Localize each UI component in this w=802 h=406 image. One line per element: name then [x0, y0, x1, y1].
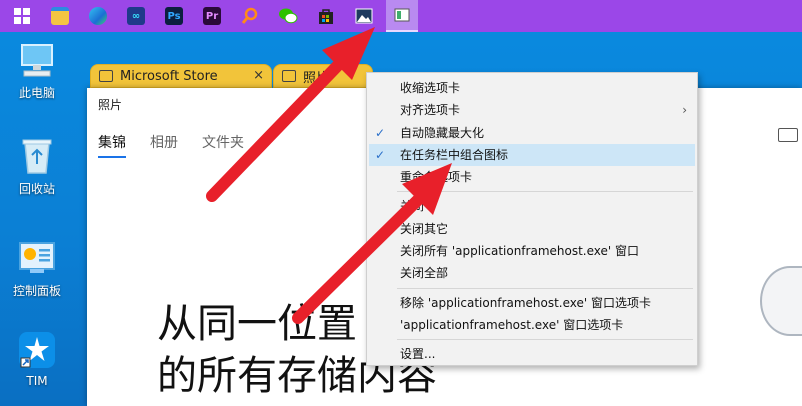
submenu-arrow-icon: ›	[682, 103, 687, 118]
search-app-icon[interactable]	[234, 0, 266, 32]
cloud-illustration	[760, 266, 802, 336]
menu-item-close-all-app-windows[interactable]: 关闭所有 'applicationframehost.exe' 窗口	[367, 240, 697, 262]
desktop-icon-this-pc[interactable]: 此电脑	[6, 40, 68, 101]
desktop-icon-label: TIM	[26, 374, 48, 388]
menu-item-group-taskbar-icons[interactable]: ✓ 在任务栏中组合图标	[369, 143, 695, 167]
desktop-icon-label: 回收站	[18, 182, 55, 196]
tab-photos[interactable]: 照片	[273, 64, 373, 88]
desktop-icon-tim[interactable]: TIM	[6, 330, 68, 388]
window-icon	[282, 70, 296, 82]
menu-item-settings[interactable]: 设置...	[367, 343, 697, 365]
window-icon	[99, 70, 113, 82]
menu-separator	[397, 339, 693, 341]
photos-icon[interactable]	[348, 0, 380, 32]
app-icon[interactable]: ∞	[120, 0, 152, 32]
menu-item-rename-tab[interactable]: 重命名选项卡	[367, 166, 697, 188]
store-bag-icon[interactable]	[310, 0, 342, 32]
desktop-icon-control-panel[interactable]: 控制面板	[6, 238, 68, 299]
tab-close-icon[interactable]: ×	[253, 68, 264, 83]
menu-separator	[397, 191, 693, 193]
wechat-icon[interactable]	[272, 0, 304, 32]
nav-folders[interactable]: 文件夹	[202, 132, 244, 152]
menu-separator	[397, 287, 693, 289]
nav-collections[interactable]: 集锦	[98, 132, 126, 158]
desktop-icon-recycle-bin[interactable]: 回收站	[6, 136, 68, 197]
nav-albums[interactable]: 相册	[150, 132, 178, 152]
menu-item-autohide-maximize[interactable]: ✓ 自动隐藏最大化	[367, 122, 697, 144]
computer-icon	[17, 40, 57, 80]
menu-item-close-others[interactable]: 关闭其它	[367, 218, 697, 240]
tab-label: 照片	[303, 70, 330, 86]
desktop-icon-label: 此电脑	[18, 86, 55, 100]
menu-item-remove-window-tab[interactable]: 移除 'applicationframehost.exe' 窗口选项卡	[367, 292, 697, 314]
app-nav: 集锦 相册 文件夹	[98, 132, 244, 158]
menu-item-close[interactable]: 关闭	[367, 195, 697, 217]
app-title: 照片	[98, 98, 123, 112]
desktop-icon-label: 控制面板	[12, 284, 61, 298]
tab-label: Microsoft Store	[120, 68, 218, 84]
photoshop-icon[interactable]: Ps	[158, 0, 190, 32]
windows-start-icon[interactable]	[6, 0, 38, 32]
premiere-icon[interactable]: Pr	[196, 0, 228, 32]
menu-item-collapse-tabs[interactable]: 收缩选项卡	[367, 77, 697, 99]
taskbar: ∞ Ps Pr	[0, 0, 802, 32]
menu-item-window-tab[interactable]: 'applicationframehost.exe' 窗口选项卡	[367, 314, 697, 336]
edge-browser-icon[interactable]	[82, 0, 114, 32]
control-panel-icon	[17, 238, 57, 278]
context-menu: 收缩选项卡 对齐选项卡 › ✓ 自动隐藏最大化 ✓ 在任务栏中组合图标 重命名选项卡 …	[366, 72, 698, 366]
check-icon: ✓	[375, 125, 386, 140]
recycle-bin-icon	[17, 136, 57, 176]
file-explorer-icon[interactable]	[44, 0, 76, 32]
check-icon: ✓	[375, 147, 386, 162]
menu-item-close-all[interactable]: 关闭全部	[367, 262, 697, 284]
tim-icon	[17, 330, 57, 370]
window-toggle-icon[interactable]	[778, 128, 798, 142]
app-window-icon[interactable]	[386, 0, 418, 32]
tab-microsoft-store[interactable]: Microsoft Store ×	[90, 64, 272, 88]
menu-item-align-tabs[interactable]: 对齐选项卡 ›	[367, 99, 697, 121]
